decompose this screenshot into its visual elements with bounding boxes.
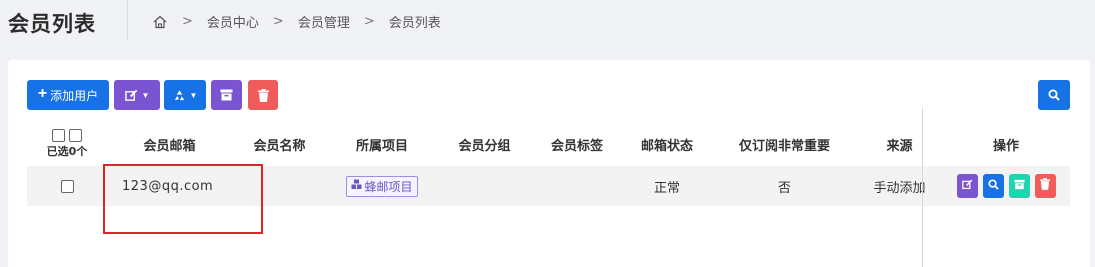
trash-icon (1040, 178, 1050, 194)
project-tag-label: 蜂邮项目 (364, 179, 413, 194)
breadcrumb-separator-icon: > (363, 14, 375, 29)
chevron-down-icon: ▼ (189, 90, 198, 100)
important-only: 否 (777, 180, 791, 196)
breadcrumb-item-member-management[interactable]: 会员管理 (298, 12, 350, 31)
title-divider (127, 0, 128, 40)
project-tag: 蜂邮项目 (346, 175, 418, 197)
column-header-email-status: 邮箱状态 (640, 138, 693, 154)
plus-icon: + (37, 85, 48, 102)
cubes-icon (351, 179, 362, 193)
column-header-actions: 操作 (992, 138, 1019, 154)
page-title: 会员列表 (8, 12, 96, 36)
table-header: 已选0个 会员邮箱 会员名称 所属项目 会员分组 会员标签 邮箱状态 仅订阅非常… (27, 122, 1070, 166)
trash-icon (257, 88, 269, 102)
breadcrumb-item-member-list: 会员列表 (388, 16, 441, 31)
member-group (437, 166, 532, 206)
member-tag (532, 166, 622, 206)
email-status: 正常 (653, 180, 680, 196)
breadcrumb-separator-icon: > (182, 14, 193, 29)
select-all-cell: 已选0个 (27, 122, 107, 166)
email-highlight-box (103, 164, 263, 234)
select-all-checkbox[interactable] (52, 129, 65, 142)
archive-icon (1013, 179, 1025, 194)
batch-delete-button[interactable] (248, 80, 278, 110)
edit-icon (124, 89, 138, 102)
search-icon (1048, 89, 1060, 101)
column-header-email: 会员邮箱 (143, 138, 196, 154)
chevron-down-icon: ▼ (141, 90, 150, 100)
batch-archive-button[interactable] (211, 80, 242, 110)
search-button[interactable] (1038, 80, 1070, 110)
edit-icon (961, 179, 973, 194)
breadcrumb-item-member-center[interactable]: 会员中心 (207, 12, 259, 31)
search-icon (987, 178, 999, 194)
column-header-group: 会员分组 (458, 138, 511, 154)
column-header-source: 来源 (886, 138, 913, 154)
actions-column-divider (922, 108, 923, 267)
column-header-tag: 会员标签 (550, 138, 603, 154)
row-edit-button[interactable] (956, 174, 978, 198)
row-actions (942, 166, 1070, 206)
breadcrumb: > 会员中心 > 会员管理 > 会员列表 (152, 12, 441, 31)
recycle-icon (173, 89, 186, 102)
breadcrumb-separator-icon: > (272, 14, 284, 29)
batch-recycle-dropdown-button[interactable]: ▼ (164, 80, 206, 110)
column-header-name: 会员名称 (253, 138, 306, 154)
add-user-label: 添加用户 (50, 88, 99, 103)
row-delete-button[interactable] (1034, 174, 1056, 198)
member-project-cell: 蜂邮项目 (327, 166, 437, 206)
home-icon[interactable] (152, 14, 168, 30)
member-source: 手动添加 (873, 180, 926, 196)
invert-select-checkbox[interactable] (69, 129, 82, 142)
batch-edit-dropdown-button[interactable]: ▼ (114, 80, 160, 110)
row-view-button[interactable] (982, 174, 1004, 198)
row-archive-button[interactable] (1008, 174, 1030, 198)
column-header-important-only: 仅订阅非常重要 (738, 138, 830, 154)
add-user-button[interactable]: + 添加用户 (27, 80, 109, 110)
column-header-project: 所属项目 (355, 138, 408, 154)
selected-count: 已选0个 (46, 145, 88, 158)
archive-icon (220, 89, 233, 101)
